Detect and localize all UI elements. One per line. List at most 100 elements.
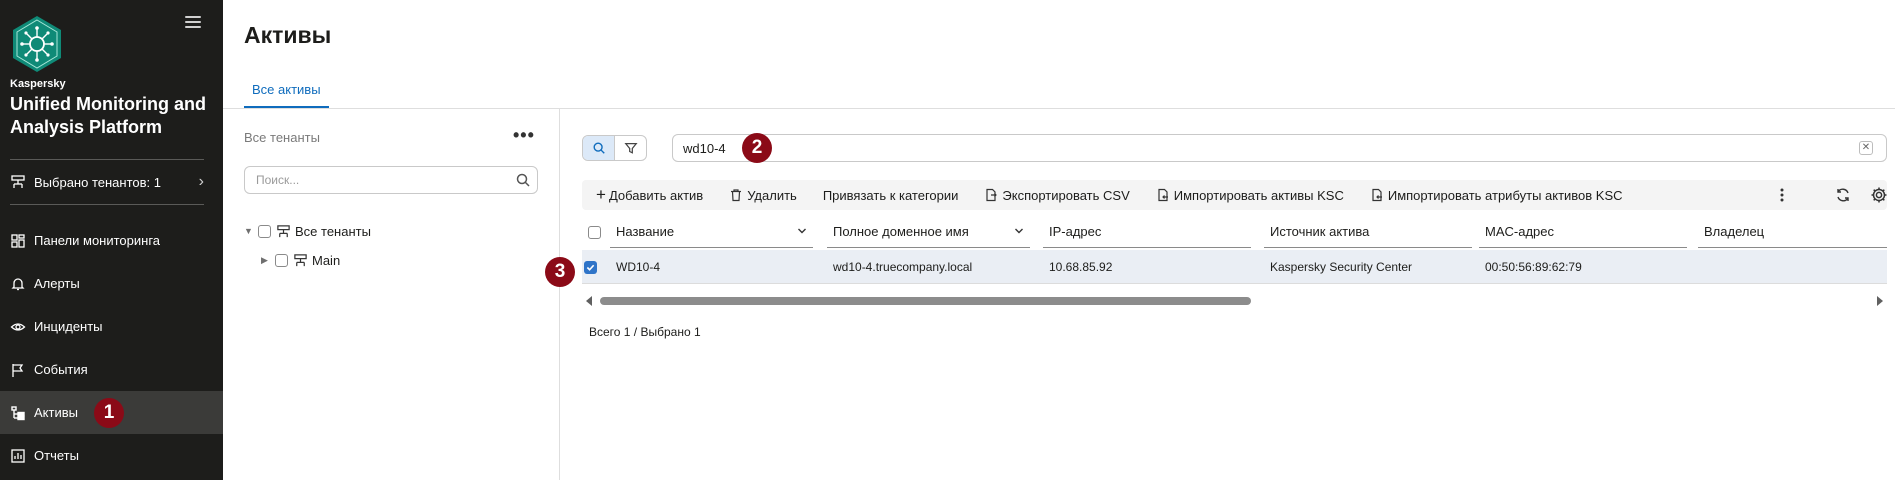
- filter-mode-button[interactable]: [615, 136, 646, 160]
- sidebar-item-label: Активы: [34, 405, 78, 420]
- sidebar-nav: Панели мониторинга Алерты Инциденты Собы…: [0, 219, 223, 477]
- tree-node-all-tenants[interactable]: ▼ Все тенанты: [244, 221, 371, 241]
- column-header-label: Полное доменное имя: [833, 224, 969, 239]
- step-badge-3: 3: [545, 257, 575, 287]
- toolbar: + Добавить актив Удалить Привязать к кат…: [582, 180, 1887, 210]
- add-asset-label: Добавить актив: [608, 187, 704, 203]
- column-header-mac[interactable]: MAC-адрес: [1479, 216, 1687, 248]
- delete-label: Удалить: [747, 187, 797, 203]
- cell-source: Kaspersky Security Center: [1270, 260, 1413, 274]
- brand-name: Kaspersky: [10, 78, 66, 90]
- scroll-left-arrow-icon[interactable]: [586, 296, 592, 306]
- sidebar-item-label: Панели мониторинга: [34, 233, 161, 248]
- import-ksc-attributes-label: Импортировать атрибуты активов KSC: [1387, 187, 1623, 203]
- sidebar-item-reports[interactable]: Отчеты: [0, 434, 223, 477]
- more-vertical-icon[interactable]: [1771, 184, 1793, 206]
- search-icon[interactable]: [515, 172, 531, 188]
- search-mode-button[interactable]: [583, 136, 615, 160]
- tree-title: Все тенанты: [244, 130, 320, 145]
- file-import-icon: [1158, 188, 1168, 202]
- row-checkbox-checked[interactable]: [584, 260, 597, 274]
- sidebar-item-label: Алерты: [34, 276, 80, 291]
- tree-node-main[interactable]: ▶ Main: [261, 250, 340, 270]
- cell-name: WD10-4: [616, 260, 661, 274]
- column-header-source[interactable]: Источник актива: [1264, 216, 1472, 248]
- total-selected-count: Всего 1 / Выбрано 1: [589, 325, 701, 339]
- sidebar-item-label: События: [34, 362, 88, 377]
- eye-icon: [10, 322, 26, 331]
- cell-ip: 10.68.85.92: [1049, 260, 1113, 274]
- delete-button[interactable]: Удалить: [729, 188, 797, 203]
- import-ksc-attributes-button[interactable]: Импортировать атрибуты активов KSC: [1370, 188, 1623, 203]
- column-header-owner[interactable]: Владелец: [1698, 216, 1887, 248]
- step-badge-1: 1: [94, 398, 124, 428]
- row-select-cell: [582, 250, 604, 284]
- filter-icon: [623, 143, 638, 154]
- refresh-icon[interactable]: [1832, 184, 1854, 206]
- expand-right-icon[interactable]: ▶: [261, 255, 275, 266]
- import-ksc-assets-button[interactable]: Импортировать активы KSC: [1156, 188, 1344, 203]
- column-header-label: Владелец: [1704, 224, 1765, 239]
- tab-all-assets[interactable]: Все активы: [244, 74, 329, 108]
- clear-search-icon[interactable]: ✕: [1859, 141, 1873, 155]
- column-header-label: IP-адрес: [1049, 224, 1102, 239]
- column-header-label: Название: [616, 224, 675, 239]
- expand-down-icon[interactable]: ▼: [244, 226, 258, 236]
- export-csv-button[interactable]: Экспортировать CSV: [984, 187, 1130, 203]
- menu-icon[interactable]: [185, 16, 201, 30]
- tenant-icon: [11, 175, 25, 188]
- divider: [10, 204, 204, 205]
- dashboard-icon: [11, 233, 25, 248]
- flag-icon: [12, 363, 24, 377]
- chevron-right-icon: ›: [198, 173, 204, 190]
- tree-search-input[interactable]: [244, 166, 538, 194]
- step-badge-2: 2: [742, 133, 772, 163]
- product-name: Unified Monitoring and Analysis Platform: [10, 94, 206, 137]
- import-ksc-assets-label: Импортировать активы KSC: [1173, 187, 1344, 203]
- chevron-down-icon: [1015, 228, 1023, 234]
- scrollbar-thumb[interactable]: [600, 297, 1251, 305]
- tree-node-checkbox[interactable]: [275, 253, 288, 267]
- sidebar-item-alerts[interactable]: Алерты: [0, 262, 223, 305]
- file-export-icon: [986, 188, 998, 202]
- sidebar-item-incidents[interactable]: Инциденты: [0, 305, 223, 348]
- more-options-icon[interactable]: •••: [513, 125, 535, 146]
- export-csv-label: Экспортировать CSV: [1002, 187, 1130, 203]
- plus-icon: +: [596, 185, 606, 204]
- tenant-selector[interactable]: Выбрано тенантов: 1 ›: [10, 170, 204, 194]
- sidebar-item-label: Инциденты: [34, 319, 103, 334]
- select-all-checkbox[interactable]: [588, 225, 601, 239]
- cell-owner: [1698, 250, 1704, 284]
- scroll-right-arrow-icon[interactable]: [1877, 296, 1883, 306]
- column-header-name[interactable]: Название: [610, 216, 813, 248]
- bind-category-label: Привязать к категории: [822, 187, 959, 203]
- asset-search-input[interactable]: [672, 134, 1887, 162]
- cell-fqdn: wd10-4.truecompany.local: [833, 260, 973, 274]
- column-header-label: MAC-адрес: [1485, 224, 1554, 239]
- trash-icon: [731, 189, 742, 202]
- page-title: Активы: [244, 22, 332, 48]
- check-icon: [586, 264, 595, 271]
- tenant-tree-panel: Все тенанты ••• ▼ Все тенанты ▶ Main: [223, 109, 560, 480]
- column-header-ip[interactable]: IP-адрес: [1043, 216, 1251, 248]
- search-mode-toggle: [582, 135, 647, 161]
- add-asset-button[interactable]: + Добавить актив: [596, 185, 704, 204]
- table-header: Название Полное доменное имя IP-адрес Ис…: [582, 216, 1887, 248]
- kuma-logo-icon: [13, 16, 61, 72]
- horizontal-scrollbar[interactable]: [582, 294, 1887, 308]
- cell-mac: 00:50:56:89:62:79: [1485, 260, 1582, 274]
- sidebar-item-dashboards[interactable]: Панели мониторинга: [0, 219, 223, 262]
- column-header-fqdn[interactable]: Полное доменное имя: [827, 216, 1030, 248]
- tenant-selector-label: Выбрано тенантов: 1: [34, 174, 161, 190]
- bind-category-button[interactable]: Привязать к категории: [823, 188, 959, 203]
- table-row[interactable]: WD10-4 wd10-4.truecompany.local 10.68.85…: [582, 250, 1887, 284]
- tenant-icon: [294, 253, 307, 266]
- select-all-cell: [582, 216, 604, 248]
- tenant-icon: [277, 224, 290, 237]
- search-icon: [592, 142, 605, 154]
- settings-gear-icon[interactable]: [1868, 184, 1890, 206]
- report-icon: [11, 448, 25, 463]
- tree-node-checkbox[interactable]: [258, 224, 271, 238]
- sidebar-item-events[interactable]: События: [0, 348, 223, 391]
- file-import-icon: [1372, 188, 1382, 202]
